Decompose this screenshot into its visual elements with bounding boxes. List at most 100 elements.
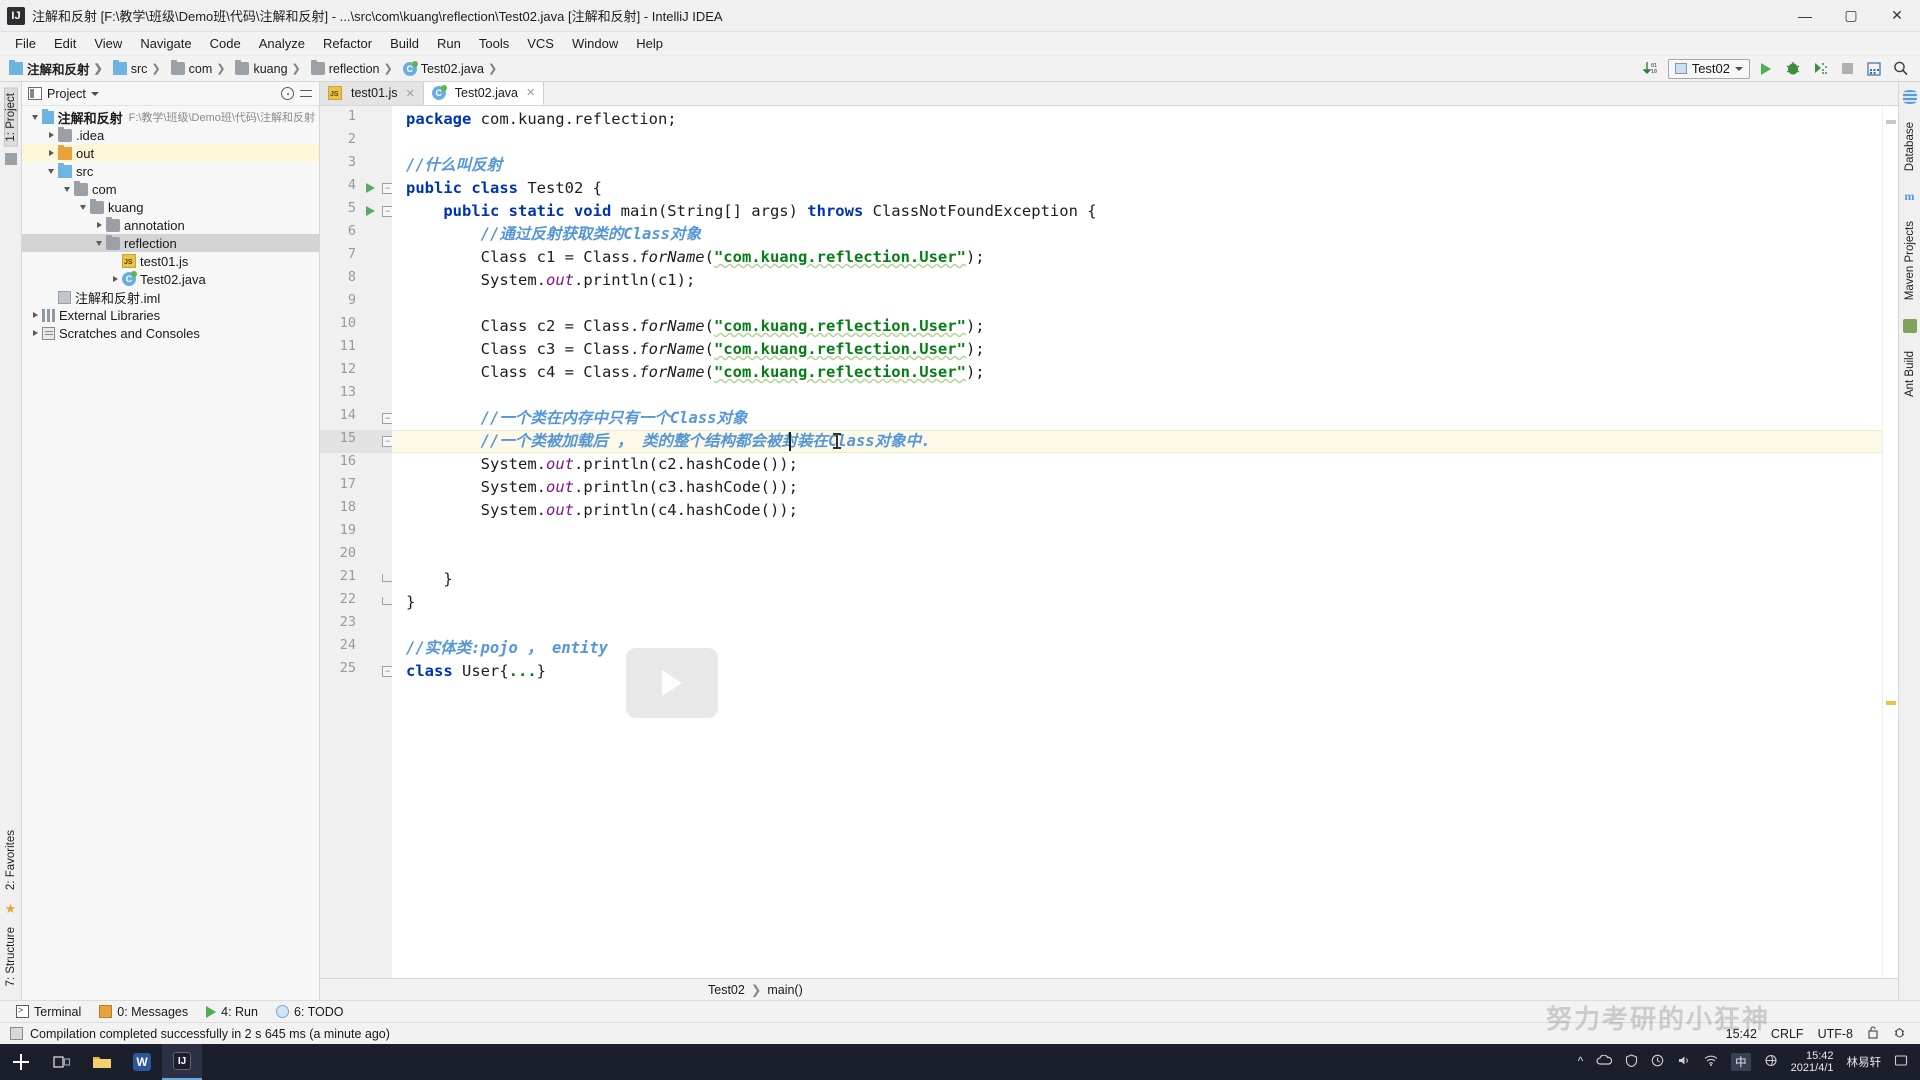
tool-window-todo[interactable]: 6: TODO: [275, 1005, 344, 1019]
collapse-arrow-icon[interactable]: [44, 144, 58, 162]
code-line[interactable]: public class Test02 {: [406, 177, 602, 200]
collapse-arrow-icon[interactable]: [44, 126, 58, 144]
tool-button-structure[interactable]: 7: Structure: [5, 923, 17, 990]
code-line[interactable]: System.out.println(c1);: [406, 269, 696, 292]
word-button[interactable]: W: [122, 1044, 162, 1080]
minimize-button[interactable]: —: [1782, 0, 1828, 32]
menu-help[interactable]: Help: [627, 33, 672, 55]
clock-icon[interactable]: [1651, 1054, 1664, 1070]
debug-button[interactable]: [1782, 59, 1804, 79]
menu-build[interactable]: Build: [381, 33, 428, 55]
menu-vcs[interactable]: VCS: [518, 33, 563, 55]
tool-button-database[interactable]: Database: [1904, 118, 1916, 175]
code-line[interactable]: //什么叫反射: [406, 154, 502, 177]
run-with-coverage-button[interactable]: [1809, 59, 1831, 79]
code-line[interactable]: }: [406, 591, 415, 614]
stop-button[interactable]: [1836, 59, 1858, 79]
tree-node-7[interactable]: reflection: [22, 234, 319, 252]
file-encoding[interactable]: UTF-8: [1818, 1027, 1853, 1041]
network-icon[interactable]: [1704, 1054, 1718, 1070]
code-line[interactable]: System.out.println(c2.hashCode());: [406, 453, 798, 476]
code-line[interactable]: //实体类:pojo ， entity: [406, 637, 608, 660]
tree-node-4[interactable]: com: [22, 180, 319, 198]
expand-arrow-icon[interactable]: [28, 108, 42, 126]
project-tree[interactable]: 注解和反射 F:\教学\班级\Demo班\代码\注解和反射 .idea out src c…: [22, 106, 319, 1000]
tab-test02-java[interactable]: C Test02.java ✕: [423, 81, 545, 105]
code-line[interactable]: Class c4 = Class.forName("com.kuang.refl…: [406, 361, 985, 384]
close-icon[interactable]: ✕: [406, 87, 415, 100]
run-gutter-icon[interactable]: [366, 183, 375, 193]
tab-test01-js[interactable]: JS test01.js ✕: [320, 81, 424, 105]
inspection-icon[interactable]: [1893, 1026, 1906, 1042]
chevron-down-icon[interactable]: [90, 91, 99, 96]
file-explorer-button[interactable]: [82, 1044, 122, 1080]
tree-node-0[interactable]: 注解和反射 F:\教学\班级\Demo班\代码\注解和反射: [22, 108, 319, 126]
tree-node-8[interactable]: JS test01.js: [22, 252, 319, 270]
start-button[interactable]: [0, 1044, 42, 1080]
security-icon[interactable]: [1625, 1054, 1638, 1070]
menu-run[interactable]: Run: [428, 33, 470, 55]
ant-icon[interactable]: [1902, 318, 1917, 333]
breadcrumb-item-reflection[interactable]: reflection ❯: [308, 60, 400, 77]
tool-window-messages[interactable]: 0: Messages: [99, 1005, 188, 1019]
structure-mini-icon[interactable]: [4, 152, 17, 165]
collapse-arrow-icon[interactable]: [28, 306, 42, 324]
run-gutter-icon[interactable]: [366, 206, 375, 216]
tool-button-ant[interactable]: Ant Build: [1904, 347, 1916, 401]
code-content[interactable]: package com.kuang.reflection; //什么叫反射 publ…: [392, 106, 1882, 978]
tree-node-12[interactable]: Scratches and Consoles: [22, 324, 319, 342]
tree-node-11[interactable]: External Libraries: [22, 306, 319, 324]
search-everywhere-button[interactable]: [1890, 59, 1912, 79]
expand-arrow-icon[interactable]: [92, 234, 106, 252]
marker-bar[interactable]: [1882, 106, 1898, 978]
collapse-arrow-icon[interactable]: [92, 216, 106, 234]
menu-refactor[interactable]: Refactor: [314, 33, 381, 55]
tree-node-6[interactable]: annotation: [22, 216, 319, 234]
code-line[interactable]: Class c2 = Class.forName("com.kuang.refl…: [406, 315, 985, 338]
expand-arrow-icon[interactable]: [76, 198, 90, 216]
caret-position[interactable]: 15:42: [1726, 1027, 1757, 1041]
tool-window-terminal[interactable]: Terminal: [16, 1005, 81, 1019]
collapse-arrow-icon[interactable]: [28, 324, 42, 342]
tree-node-2[interactable]: out: [22, 144, 319, 162]
code-line[interactable]: //一个类在内存中只有一个Class对象: [406, 407, 748, 430]
code-line[interactable]: //一个类被加载后 ， 类的整个结构都会被封装在Class对象中.: [406, 430, 931, 453]
expand-arrow-icon[interactable]: [60, 180, 74, 198]
line-separator[interactable]: CRLF: [1771, 1027, 1804, 1041]
ime-indicator[interactable]: 中: [1731, 1053, 1751, 1071]
intellij-idea-button[interactable]: IJ: [162, 1044, 202, 1080]
maven-icon[interactable]: m: [1905, 189, 1915, 203]
code-line[interactable]: public static void main(String[] args) t…: [406, 200, 1096, 223]
onedrive-icon[interactable]: [1596, 1054, 1613, 1070]
breadcrumb-item-com[interactable]: com ❯: [168, 60, 233, 77]
breadcrumb-item-kuang[interactable]: kuang ❯: [232, 60, 307, 77]
notifications-icon[interactable]: [1894, 1054, 1908, 1070]
read-write-icon[interactable]: [1867, 1025, 1879, 1042]
tree-node-5[interactable]: kuang: [22, 198, 319, 216]
menu-navigate[interactable]: Navigate: [131, 33, 200, 55]
run-button[interactable]: [1755, 59, 1777, 79]
code-line[interactable]: Class c3 = Class.forName("com.kuang.refl…: [406, 338, 985, 361]
editor-gutter[interactable]: 1 2 3 4−5−6 7 8 9 10 11 12 13 14−15−16 17 18 19 20 21 22 2…: [320, 106, 393, 978]
breadcrumb-item-project[interactable]: 注解和反射 ❯: [6, 58, 110, 79]
menu-view[interactable]: View: [85, 33, 131, 55]
code-line[interactable]: System.out.println(c3.hashCode());: [406, 476, 798, 499]
code-line[interactable]: package com.kuang.reflection;: [406, 108, 677, 131]
tool-button-favorites[interactable]: 2: Favorites: [5, 826, 17, 894]
breadcrumb-item-file[interactable]: C Test02.java ❯: [400, 60, 504, 77]
task-view-button[interactable]: [42, 1044, 82, 1080]
menu-window[interactable]: Window: [563, 33, 627, 55]
breadcrumb-item-src[interactable]: src ❯: [110, 60, 168, 77]
code-line[interactable]: }: [406, 568, 452, 591]
collapse-arrow-icon[interactable]: [108, 270, 122, 288]
ime-extra-icon[interactable]: [1764, 1054, 1778, 1070]
tree-node-3[interactable]: src: [22, 162, 319, 180]
tool-button-project[interactable]: 1: Project: [3, 88, 18, 147]
run-configuration-selector[interactable]: Test02: [1667, 58, 1750, 79]
project-structure-button[interactable]: [1863, 59, 1885, 79]
code-line[interactable]: System.out.println(c4.hashCode());: [406, 499, 798, 522]
volume-icon[interactable]: [1677, 1054, 1691, 1070]
taskbar-clock[interactable]: 15:42 2021/4/1: [1791, 1050, 1834, 1074]
maximize-button[interactable]: ▢: [1828, 0, 1874, 32]
code-line[interactable]: Class c1 = Class.forName("com.kuang.refl…: [406, 246, 985, 269]
